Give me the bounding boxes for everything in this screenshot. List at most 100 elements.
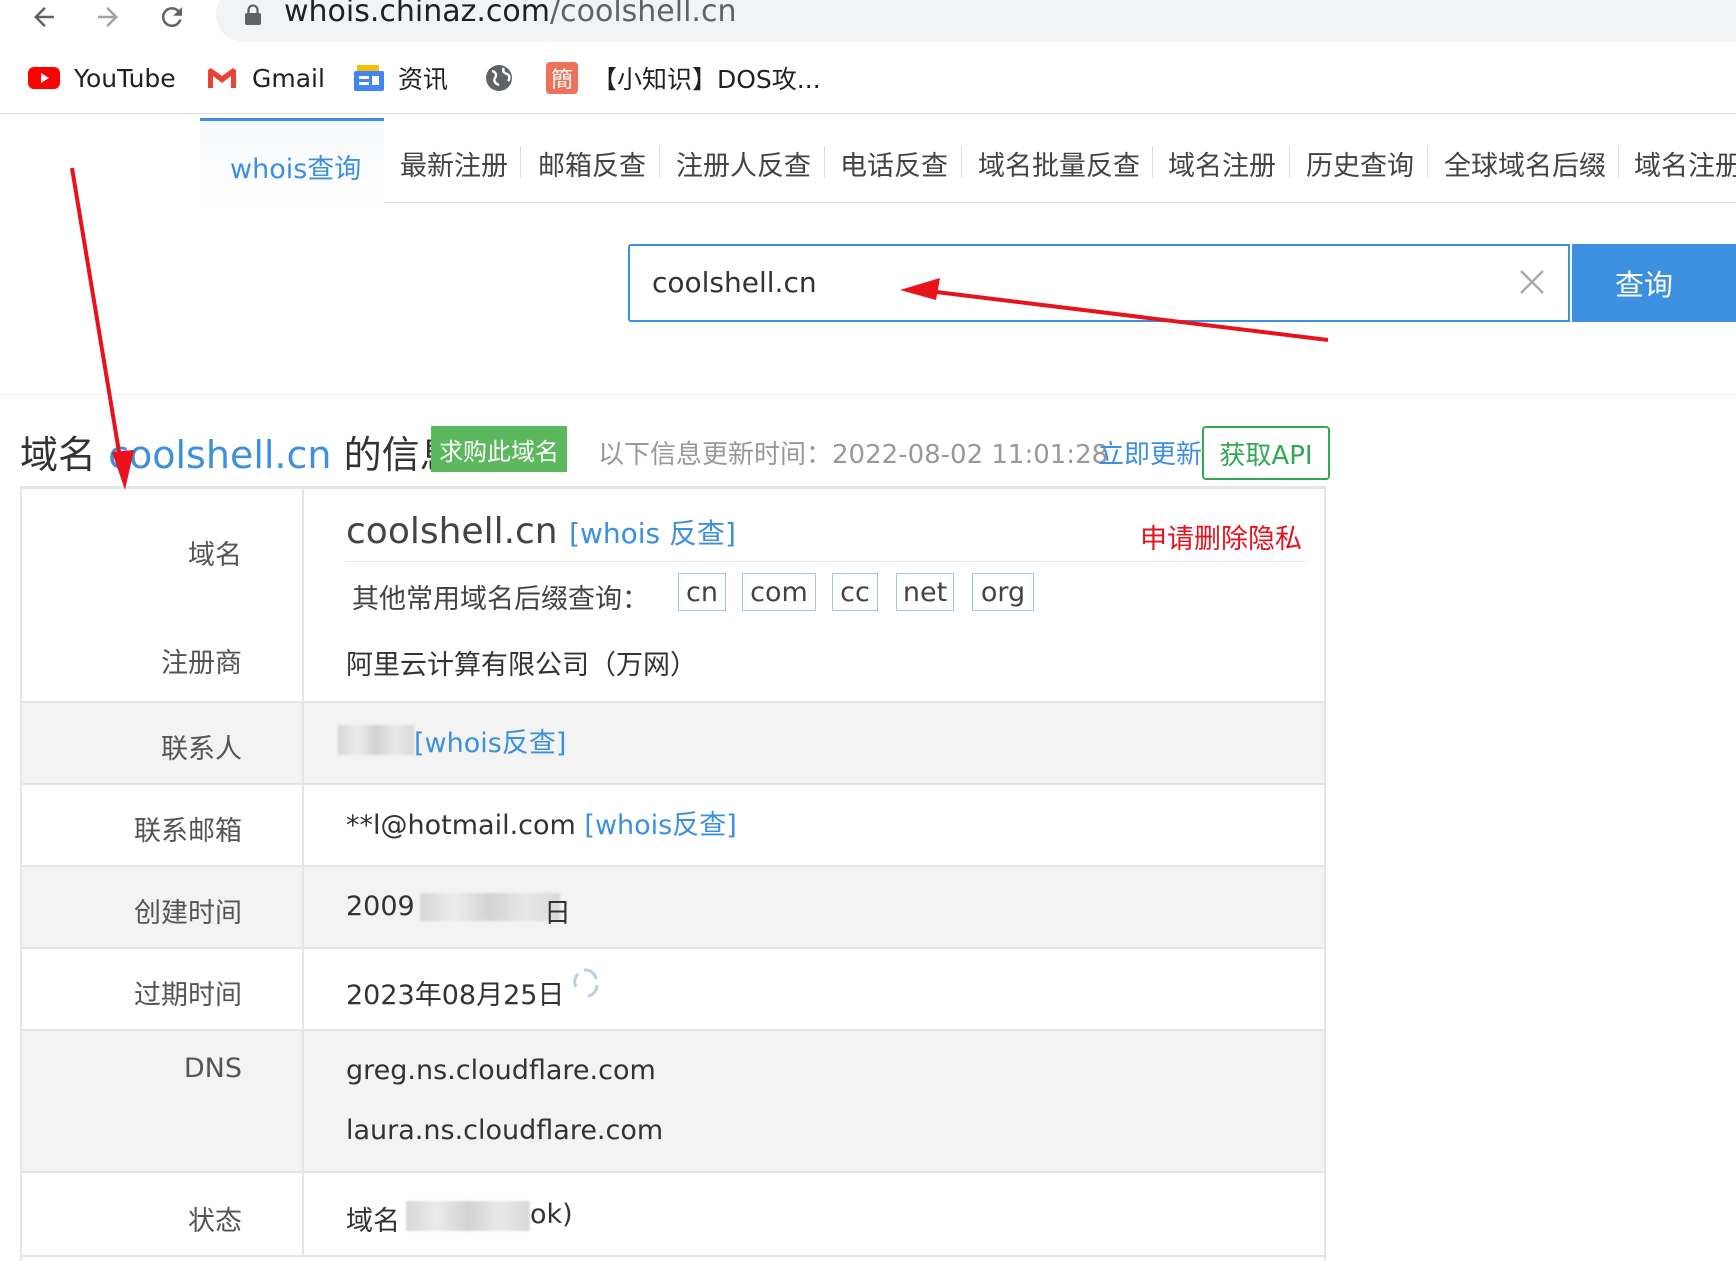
domain-name: coolshell.cn	[346, 511, 558, 552]
bookmark-globe[interactable]	[484, 56, 528, 100]
redacted-status	[406, 1201, 530, 1231]
tab-history[interactable]: 历史查询	[1306, 144, 1414, 183]
search-input[interactable]: coolshell.cn	[628, 244, 1570, 322]
tab-label: whois查询	[230, 154, 362, 185]
gmail-icon	[208, 68, 236, 88]
suffix-org-button[interactable]: org	[972, 573, 1034, 611]
label-dns: DNS	[183, 1053, 242, 1084]
row-label-cell: 状态	[22, 1173, 304, 1255]
back-button[interactable]	[24, 0, 64, 34]
whois-reverse-link[interactable]: [whois 反查]	[569, 517, 736, 550]
label-registrar: 注册商	[161, 648, 242, 679]
arrow-left-icon	[34, 7, 54, 27]
whois-table: 域名 注册商 coolshell.cn [whois 反查] 申请删除隐私 其他…	[20, 486, 1326, 1261]
close-icon[interactable]	[1518, 268, 1546, 296]
tab-phone-reverse[interactable]: 电话反查	[840, 144, 948, 183]
refresh-icon[interactable]	[570, 967, 602, 999]
search-value: coolshell.cn	[652, 266, 817, 299]
bookmark-news[interactable]: 资讯	[354, 56, 448, 100]
row-label-cell: DNS	[22, 1031, 304, 1171]
bookmark-label: YouTube	[74, 63, 176, 93]
update-label: 以下信息更新时间：	[598, 440, 833, 470]
tab-divider	[961, 146, 962, 178]
tab-latest-registered[interactable]: 最新注册	[400, 144, 508, 183]
table-row-dns: DNS greg.ns.cloudflare.com laura.ns.clou…	[22, 1031, 1324, 1173]
buy-domain-badge[interactable]: 求购此域名	[431, 426, 567, 472]
tab-divider	[1618, 146, 1619, 178]
bookmark-youtube[interactable]: YouTube	[28, 56, 176, 100]
forward-button[interactable]	[88, 0, 128, 34]
tab-divider	[1289, 146, 1290, 178]
search-button[interactable]: 查询	[1572, 244, 1736, 322]
row-label-cell: 创建时间	[22, 867, 304, 947]
contact-whois-link[interactable]: [whois反查]	[414, 721, 566, 760]
title-domain[interactable]: coolshell.cn	[108, 433, 331, 477]
divider	[0, 394, 1736, 395]
tab-domain-register[interactable]: 域名注册	[1168, 144, 1276, 183]
bookmark-label: 【小知识】DOS攻...	[592, 65, 821, 94]
suffix-label: 其他常用域名后缀查询：	[352, 584, 649, 615]
row-label-cell: 联系邮箱	[22, 785, 304, 865]
tab-email-reverse[interactable]: 邮箱反查	[538, 144, 646, 183]
row-label-cell: 域名 注册商	[22, 489, 304, 701]
google-news-icon	[354, 65, 384, 91]
label-email: 联系邮箱	[134, 816, 242, 847]
email-text: **l@hotmail.com	[346, 810, 576, 841]
table-row-created: 创建时间 2009 日	[22, 867, 1324, 949]
tab-global-suffix[interactable]: 全球域名后缀	[1444, 144, 1606, 183]
tab-registrant-reverse[interactable]: 注册人反查	[676, 144, 811, 183]
lock-icon	[245, 4, 261, 25]
email-whois-link[interactable]: [whois反查]	[584, 810, 736, 841]
url-path: /coolshell.cn	[550, 0, 737, 29]
status-value-end: ok)	[530, 1199, 573, 1230]
domain-value: coolshell.cn [whois 反查]	[346, 511, 736, 552]
table-row-domain: 域名 注册商 coolshell.cn [whois 反查] 申请删除隐私 其他…	[22, 489, 1324, 703]
bookmark-label: Gmail	[252, 63, 325, 93]
suffix-net-button[interactable]: net	[896, 573, 954, 611]
tab-divider	[824, 146, 825, 178]
table-row-status: 状态 域名 ok)	[22, 1173, 1324, 1257]
update-now-link[interactable]: 立即更新	[1098, 434, 1202, 471]
expires-value: 2023年08月25日	[346, 980, 565, 1011]
suffix-cc-button[interactable]: cc	[832, 573, 878, 611]
url-text[interactable]: whois.chinaz.com/coolshell.cn	[284, 0, 736, 29]
youtube-icon	[28, 67, 60, 89]
tab-whois-query[interactable]: whois查询	[200, 118, 384, 207]
title-prefix: 域名	[20, 433, 97, 477]
bookmark-label: 资讯	[398, 65, 449, 94]
table-row-email: 联系邮箱 **l@hotmail.com [whois反查]	[22, 785, 1324, 867]
label-created: 创建时间	[134, 898, 242, 929]
tab-divider	[1152, 146, 1153, 178]
email-value: **l@hotmail.com [whois反查]	[346, 803, 737, 842]
update-time-text: 以下信息更新时间：2022-08-02 11:01:28	[598, 434, 1108, 471]
bookmark-dos-article[interactable]: 簡 【小知识】DOS攻...	[546, 56, 821, 100]
row-label-cell: 联系人	[22, 703, 304, 783]
suffix-cn-button[interactable]: cn	[678, 573, 726, 611]
tab-divider	[1427, 146, 1428, 178]
redacted-contact	[338, 725, 414, 755]
jian-icon: 簡	[546, 62, 578, 94]
label-expires: 过期时间	[134, 980, 242, 1011]
bookmarks-bar: YouTube Gmail 资讯 簡 【小知识】DOS攻...	[0, 56, 1736, 108]
delete-privacy-link[interactable]: 申请删除隐私	[1140, 517, 1302, 556]
redacted-created-date	[420, 893, 560, 921]
dns-server-1: greg.ns.cloudflare.com	[346, 1055, 656, 1086]
label-domain: 域名	[188, 540, 242, 571]
get-api-button[interactable]: 获取API	[1202, 426, 1330, 480]
dns-server-2: laura.ns.cloudflare.com	[346, 1115, 664, 1146]
registrar-value: 阿里云计算有限公司（万网）	[346, 650, 697, 681]
tab-batch-reverse[interactable]: 域名批量反查	[978, 144, 1140, 183]
bookmark-gmail[interactable]: Gmail	[206, 56, 325, 100]
suffix-com-button[interactable]: com	[742, 573, 816, 611]
site-nav: whois查询 最新注册 邮箱反查 注册人反查 电话反查 域名批量反查 域名注册…	[0, 114, 1736, 207]
tab-domain-register-2[interactable]: 域名注册	[1634, 144, 1736, 183]
created-value-start: 2009	[346, 891, 415, 922]
arrow-right-icon	[98, 7, 118, 27]
row-label-cell: 过期时间	[22, 949, 304, 1029]
tab-divider	[520, 146, 521, 178]
status-value-start: 域名	[346, 1206, 400, 1237]
globe-icon	[486, 65, 512, 91]
url-host: whois.chinaz.com	[284, 0, 551, 29]
reload-button[interactable]	[152, 0, 192, 34]
label-status: 状态	[188, 1206, 242, 1237]
